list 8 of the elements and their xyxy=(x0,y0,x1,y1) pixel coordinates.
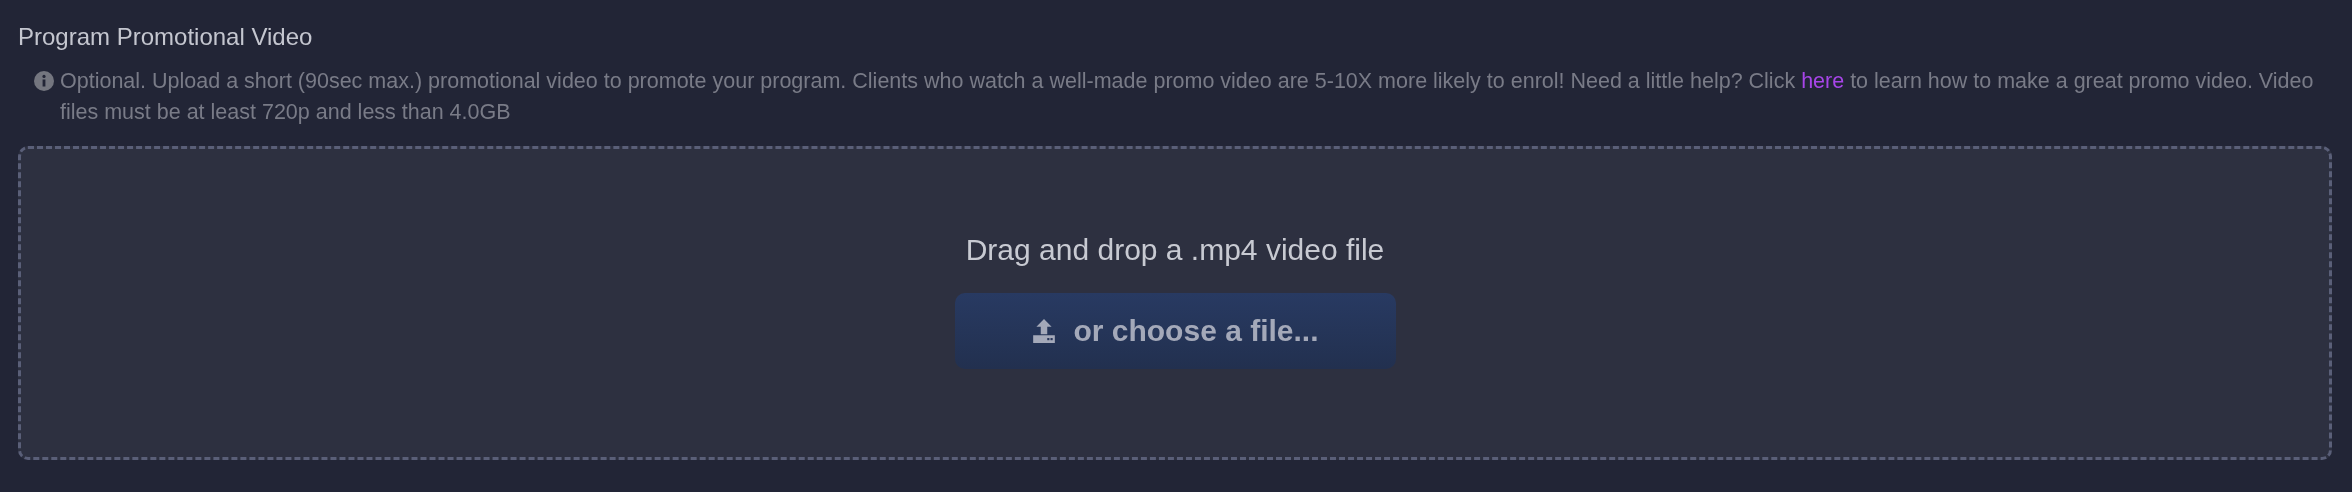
help-link[interactable]: here xyxy=(1801,69,1845,93)
section-title: Program Promotional Video xyxy=(18,22,314,52)
drop-prompt: Drag and drop a .mp4 video file xyxy=(965,233,1385,267)
choose-file-button[interactable]: or choose a file... xyxy=(954,293,1396,369)
upload-icon xyxy=(1031,318,1058,344)
drop-zone[interactable]: Drag and drop a .mp4 video file or choose a file... xyxy=(18,146,2332,460)
help-text: Optional. Upload a short (90sec max.) promotional video to promote your program. Clients who watch a well-made promo video are 5-10X more likely to enrol! Need a little help? Click here to learn how to make a great promo video. Video files must be at least 720p and less than 4.0GB xyxy=(60,68,2315,126)
info-icon xyxy=(34,71,54,91)
